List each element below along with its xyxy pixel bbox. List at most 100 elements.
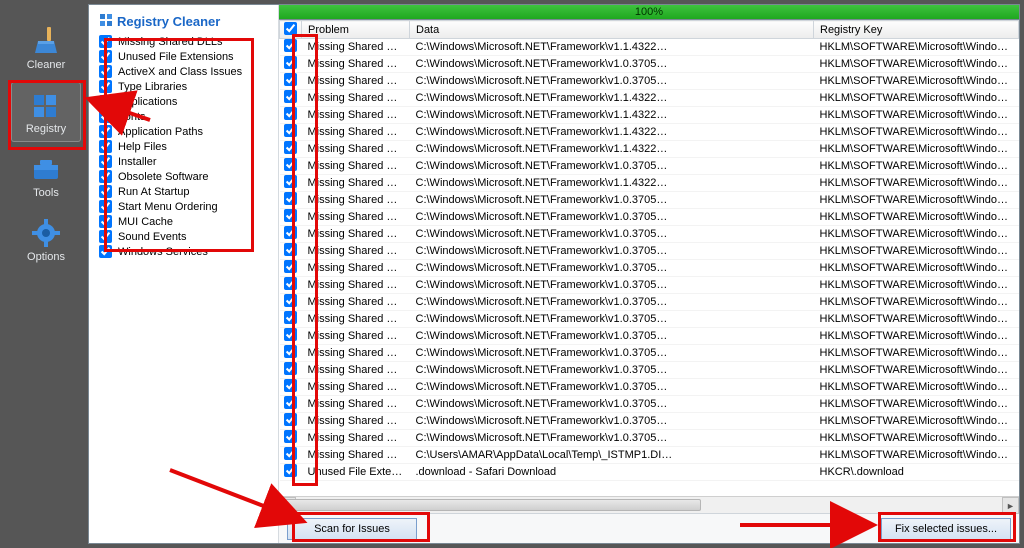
- category-checkbox[interactable]: [99, 185, 112, 198]
- category-checkbox[interactable]: [99, 125, 112, 138]
- row-checkbox[interactable]: [284, 192, 297, 205]
- category-checkbox[interactable]: [99, 35, 112, 48]
- cell-problem: Missing Shared DLL: [302, 379, 410, 396]
- table-row[interactable]: Missing Shared DLLC:\Windows\Microsoft.N…: [280, 260, 1019, 277]
- nav-tools[interactable]: Tools: [11, 146, 81, 206]
- table-row[interactable]: Missing Shared DLLC:\Windows\Microsoft.N…: [280, 328, 1019, 345]
- col-problem[interactable]: Problem: [302, 21, 410, 39]
- cell-problem: Missing Shared DLL: [302, 345, 410, 362]
- category-checkbox[interactable]: [99, 65, 112, 78]
- row-checkbox[interactable]: [284, 379, 297, 392]
- row-checkbox[interactable]: [284, 56, 297, 69]
- category-checkbox[interactable]: [99, 80, 112, 93]
- table-row[interactable]: Missing Shared DLLC:\Windows\Microsoft.N…: [280, 311, 1019, 328]
- category-item[interactable]: Sound Events: [97, 229, 272, 244]
- category-checkbox[interactable]: [99, 215, 112, 228]
- category-item[interactable]: Unused File Extensions: [97, 49, 272, 64]
- row-checkbox[interactable]: [284, 328, 297, 341]
- row-checkbox[interactable]: [284, 141, 297, 154]
- table-row[interactable]: Missing Shared DLLC:\Users\AMAR\AppData\…: [280, 447, 1019, 464]
- col-data[interactable]: Data: [410, 21, 814, 39]
- table-row[interactable]: Missing Shared DLLC:\Windows\Microsoft.N…: [280, 294, 1019, 311]
- category-item[interactable]: Missing Shared DLLs: [97, 34, 272, 49]
- row-checkbox[interactable]: [284, 90, 297, 103]
- row-checkbox[interactable]: [284, 430, 297, 443]
- row-checkbox[interactable]: [284, 209, 297, 222]
- table-row[interactable]: Missing Shared DLLC:\Windows\Microsoft.N…: [280, 124, 1019, 141]
- table-row[interactable]: Missing Shared DLLC:\Windows\Microsoft.N…: [280, 277, 1019, 294]
- row-checkbox[interactable]: [284, 175, 297, 188]
- category-item[interactable]: Windows Services: [97, 244, 272, 259]
- row-checkbox[interactable]: [284, 124, 297, 137]
- category-checkbox[interactable]: [99, 200, 112, 213]
- table-row[interactable]: Missing Shared DLLC:\Windows\Microsoft.N…: [280, 158, 1019, 175]
- table-row[interactable]: Missing Shared DLLC:\Windows\Microsoft.N…: [280, 430, 1019, 447]
- nav-cleaner[interactable]: Cleaner: [11, 18, 81, 78]
- category-checkbox[interactable]: [99, 170, 112, 183]
- row-checkbox[interactable]: [284, 362, 297, 375]
- row-checkbox[interactable]: [284, 107, 297, 120]
- nav-registry[interactable]: Registry: [11, 82, 81, 142]
- category-item[interactable]: ActiveX and Class Issues: [97, 64, 272, 79]
- category-item[interactable]: MUI Cache: [97, 214, 272, 229]
- table-row[interactable]: Missing Shared DLLC:\Windows\Microsoft.N…: [280, 141, 1019, 158]
- row-checkbox[interactable]: [284, 396, 297, 409]
- category-checkbox[interactable]: [99, 230, 112, 243]
- row-checkbox[interactable]: [284, 294, 297, 307]
- results-grid[interactable]: Problem Data Registry Key Missing Shared…: [279, 20, 1019, 496]
- category-checkbox[interactable]: [99, 245, 112, 258]
- category-checkbox[interactable]: [99, 155, 112, 168]
- table-row[interactable]: Missing Shared DLLC:\Windows\Microsoft.N…: [280, 192, 1019, 209]
- nav-options[interactable]: Options: [11, 210, 81, 270]
- scroll-thumb[interactable]: [281, 499, 701, 511]
- category-item[interactable]: Start Menu Ordering: [97, 199, 272, 214]
- table-row[interactable]: Missing Shared DLLC:\Windows\Microsoft.N…: [280, 345, 1019, 362]
- category-item[interactable]: Installer: [97, 154, 272, 169]
- category-checkbox[interactable]: [99, 50, 112, 63]
- table-row[interactable]: Missing Shared DLLC:\Windows\Microsoft.N…: [280, 73, 1019, 90]
- table-row[interactable]: Missing Shared DLLC:\Windows\Microsoft.N…: [280, 243, 1019, 260]
- category-item[interactable]: Help Files: [97, 139, 272, 154]
- category-item[interactable]: Fonts: [97, 109, 272, 124]
- table-row[interactable]: Unused File Extension.download - Safari …: [280, 464, 1019, 481]
- table-row[interactable]: Missing Shared DLLC:\Windows\Microsoft.N…: [280, 90, 1019, 107]
- category-item[interactable]: Applications: [97, 94, 272, 109]
- row-checkbox[interactable]: [284, 447, 297, 460]
- table-row[interactable]: Missing Shared DLLC:\Windows\Microsoft.N…: [280, 362, 1019, 379]
- row-checkbox[interactable]: [284, 413, 297, 426]
- row-checkbox[interactable]: [284, 311, 297, 324]
- row-checkbox[interactable]: [284, 277, 297, 290]
- category-checkbox[interactable]: [99, 110, 112, 123]
- category-checkbox[interactable]: [99, 140, 112, 153]
- table-row[interactable]: Missing Shared DLLC:\Windows\Microsoft.N…: [280, 396, 1019, 413]
- category-item[interactable]: Type Libraries: [97, 79, 272, 94]
- row-checkbox[interactable]: [284, 464, 297, 477]
- table-row[interactable]: Missing Shared DLLC:\Windows\Microsoft.N…: [280, 39, 1019, 56]
- row-checkbox[interactable]: [284, 39, 297, 52]
- table-row[interactable]: Missing Shared DLLC:\Windows\Microsoft.N…: [280, 226, 1019, 243]
- horizontal-scrollbar[interactable]: ◄ ►: [279, 496, 1019, 513]
- table-row[interactable]: Missing Shared DLLC:\Windows\Microsoft.N…: [280, 107, 1019, 124]
- scan-button[interactable]: Scan for Issues: [287, 518, 417, 540]
- table-row[interactable]: Missing Shared DLLC:\Windows\Microsoft.N…: [280, 413, 1019, 430]
- row-checkbox[interactable]: [284, 243, 297, 256]
- category-item[interactable]: Application Paths: [97, 124, 272, 139]
- row-checkbox[interactable]: [284, 73, 297, 86]
- fix-button[interactable]: Fix selected issues...: [881, 518, 1011, 540]
- table-row[interactable]: Missing Shared DLLC:\Windows\Microsoft.N…: [280, 209, 1019, 226]
- row-checkbox[interactable]: [284, 260, 297, 273]
- table-row[interactable]: Missing Shared DLLC:\Windows\Microsoft.N…: [280, 379, 1019, 396]
- col-check[interactable]: [280, 21, 302, 39]
- scroll-right-arrow[interactable]: ►: [1002, 497, 1019, 514]
- row-checkbox[interactable]: [284, 345, 297, 358]
- table-row[interactable]: Missing Shared DLLC:\Windows\Microsoft.N…: [280, 175, 1019, 192]
- broom-icon: [30, 25, 62, 57]
- category-checkbox[interactable]: [99, 95, 112, 108]
- category-item[interactable]: Run At Startup: [97, 184, 272, 199]
- cell-regkey: HKLM\SOFTWARE\Microsoft\Windows\Cur: [814, 413, 1019, 430]
- table-row[interactable]: Missing Shared DLLC:\Windows\Microsoft.N…: [280, 56, 1019, 73]
- row-checkbox[interactable]: [284, 226, 297, 239]
- row-checkbox[interactable]: [284, 158, 297, 171]
- col-regkey[interactable]: Registry Key: [814, 21, 1019, 39]
- category-item[interactable]: Obsolete Software: [97, 169, 272, 184]
